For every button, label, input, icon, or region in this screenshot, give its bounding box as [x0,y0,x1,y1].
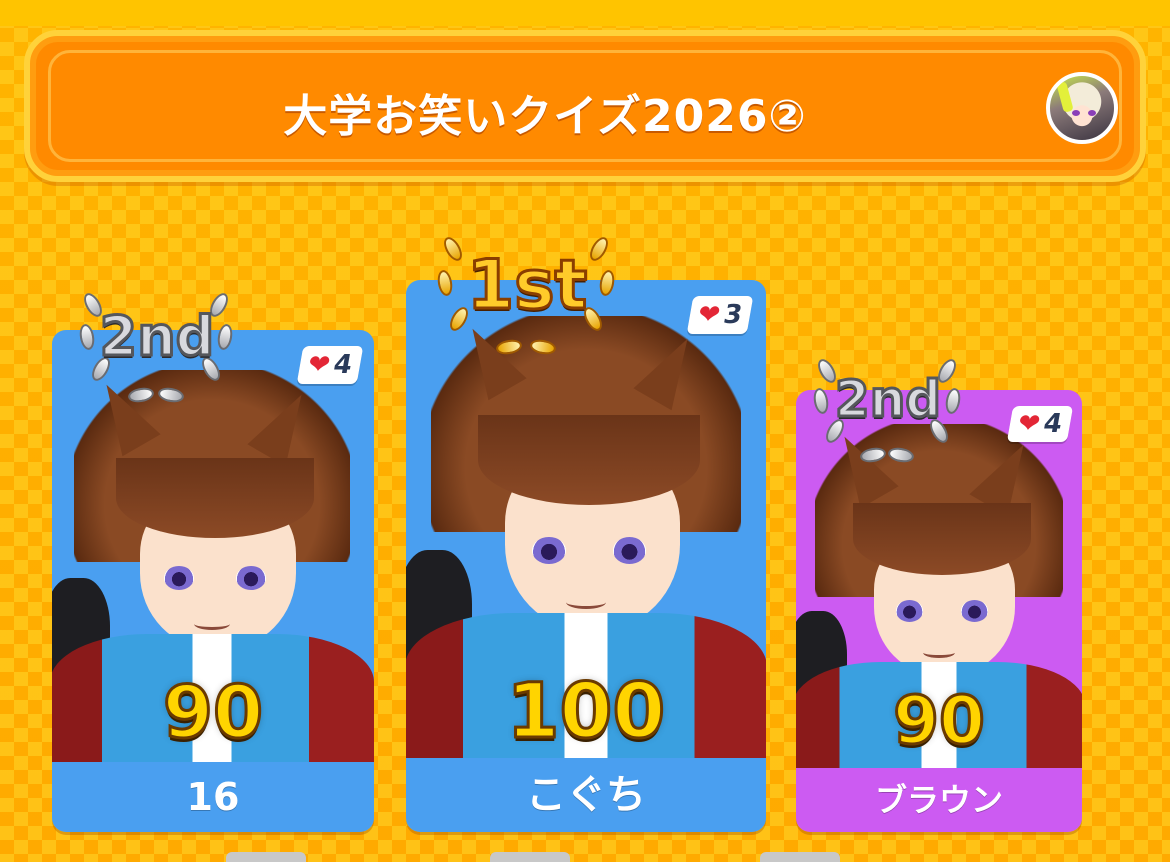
player-name: こぐち [406,758,766,832]
avatar-hair [1056,81,1074,113]
portrait-eye [612,536,647,564]
portrait-eye [236,566,266,590]
bottom-tab-hint [760,852,840,862]
host-avatar[interactable] [1046,72,1118,144]
portrait-eye [532,536,566,564]
player-name: 16 [52,762,374,832]
heart-count-badge: ❤ 3 [686,296,754,334]
bottom-tab-hint [490,852,570,862]
heart-count: 4 [1041,409,1065,439]
player-score: 90 [161,669,264,756]
portrait-bangs [852,503,1031,576]
portrait-mouth [194,618,230,630]
player-score: 90 [892,681,987,761]
heart-count: 3 [721,300,745,330]
top-strip [0,0,1170,26]
portrait-mouth [922,647,956,658]
portrait-eye [960,600,988,622]
quiz-header-banner: 大学お笑いクイズ2026② [24,30,1146,182]
bottom-tab-hint [226,852,306,862]
player-name: ブラウン [796,768,1082,832]
rank-laurel-center: 1st [432,220,622,370]
heart-count: 4 [331,350,355,380]
rank-laurel-right: 2nd [808,344,968,474]
rank-label: 2nd [98,305,216,368]
portrait-eye [164,566,194,590]
heart-icon: ❤ [1015,409,1043,439]
rank-laurel-left: 2nd [72,276,242,416]
avatar-eye [1072,110,1080,116]
quiz-title: 大学お笑いクイズ2026② [283,91,807,142]
rank-label: 2nd [833,370,942,428]
portrait-bangs [116,458,314,538]
player-score: 100 [505,665,667,757]
heart-count-badge: ❤ 4 [296,346,364,384]
rank-label: 1st [465,246,588,325]
heart-count-badge: ❤ 4 [1006,406,1074,442]
heart-icon: ❤ [305,350,333,380]
heart-icon: ❤ [695,300,723,330]
portrait-eye [895,600,923,622]
portrait-bangs [478,415,701,505]
portrait-mouth [565,595,607,609]
avatar-eye [1088,110,1096,116]
